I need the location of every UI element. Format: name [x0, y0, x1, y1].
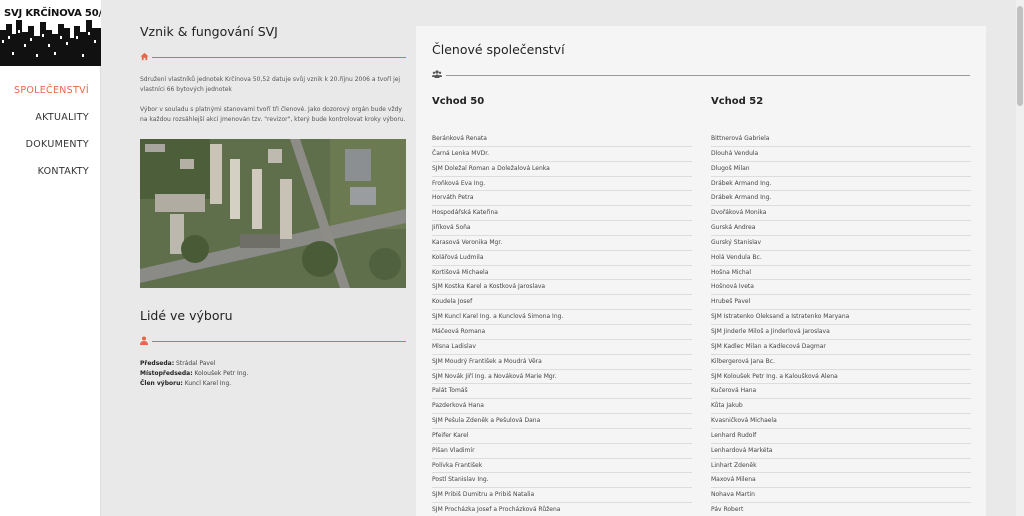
member-list-item: Froňková Eva Ing. [432, 177, 692, 192]
member-list-item: Kortišová Michaela [432, 266, 692, 281]
member-list-item: Karasová Veronika Mgr. [432, 236, 692, 251]
nav-item-dokumenty[interactable]: DOKUMENTY [0, 138, 101, 165]
entrance-52-title: Vchod 52 [711, 96, 764, 107]
member-list-item: Nohava Martin [711, 488, 971, 504]
member-list-item: Drábek Armand Ing. [711, 191, 971, 207]
member-list-item: Kvasničková Michaela [711, 414, 971, 429]
member-list-item: Čarná Lenka MVDr. [432, 147, 692, 162]
committee-row: Člen výboru: Kuncl Karel Ing. [140, 379, 406, 389]
intro-paragraph-2: Výbor v souladu s platnými stanovami tvo… [140, 106, 406, 123]
member-list-item: SJM Doležal Roman a Doležalová Lenka [432, 162, 692, 177]
member-list-item: Máčeová Romana [432, 325, 692, 340]
member-list-item: Maxová Milena [711, 473, 971, 489]
member-list-item: SJM Pešula Zdeněk a Pešulová Dana [432, 414, 692, 429]
member-list-item: SJM Kadlec Milan a Kadlecová Dagmar [711, 340, 971, 355]
logo-text: SVJ KRČÍNOVA 50/52 [4, 8, 101, 19]
member-list-item: Jiříková Soňa [432, 221, 692, 236]
divider-line [152, 57, 406, 58]
section-divider [140, 51, 406, 65]
members-panel: Členové společenství Vchod 50 Beránková … [416, 26, 986, 516]
section-divider [140, 335, 406, 349]
entrance-52-list: Bittnerová Gabriela Dlouhá Vendula Dlugoš … [711, 132, 971, 516]
member-list-item: Pfeifer Karel [432, 429, 692, 444]
member-list-item: SJM Jinderle Miloš a Jinderlová Jaroslav… [711, 325, 971, 340]
member-list-item: Dlouhá Vendula [711, 147, 971, 162]
page-scrollbar[interactable] [1016, 0, 1024, 516]
member-list-item: Lenhard Rudolf [711, 429, 971, 444]
member-list-item: Gurský Stanislav [711, 236, 971, 251]
divider-line [446, 75, 970, 76]
committee-role: Místopředseda: [140, 370, 193, 377]
section-title-committee: Lidé ve výboru [140, 308, 233, 323]
member-list-item: Kučerová Hana [711, 384, 971, 400]
member-list-item: Gurská Andrea [711, 221, 971, 236]
member-list-item: SJM Pribiš Dumitru a Pribiš Natalia [432, 488, 692, 504]
member-list-item: Hospodářská Kateřina [432, 206, 692, 222]
members-title: Členové společenství [432, 42, 565, 57]
member-list-item: Postl Stanislav Ing. [432, 473, 692, 489]
member-list-item: Mlsna Ladislav [432, 340, 692, 355]
intro-paragraph-1: Sdružení vlastníků jednotek Krčínova 50,… [140, 76, 401, 93]
member-list-item: Kolářová Ludmila [432, 251, 692, 266]
member-list-item: Drábek Armand Ing. [711, 177, 971, 192]
nav-item-spolecenstvi[interactable]: SPOLEČENSTVÍ [0, 84, 101, 111]
logo[interactable]: SVJ KRČÍNOVA 50/52 [0, 0, 101, 66]
members-divider [432, 70, 970, 82]
member-list-item: SJM Kostka Karel a Kostková Jaroslava [432, 280, 692, 296]
member-list-item: Pazderková Hana [432, 399, 692, 415]
scrollbar-thumb[interactable] [1017, 6, 1023, 106]
committee-row: Místopředseda: Koloušek Petr Ing. [140, 369, 406, 379]
committee-person: Kuncl Karel Ing. [184, 380, 232, 387]
member-list-item: Páv Robert [711, 503, 971, 516]
member-list-item: SJM Novák Jiří Ing. a Nováková Marie Mgr… [432, 370, 692, 385]
entrance-52-column: Vchod 52 Bittnerová Gabriela Dlouhá Vendu… [711, 96, 971, 516]
committee-person: Strádal Pavel [176, 360, 216, 367]
member-list-item: SJM Moudrý František a Moudrá Věra [432, 355, 692, 370]
member-list-item: SJM Kuncl Karel Ing. a Kunclová Simona I… [432, 310, 692, 325]
nav-item-aktuality[interactable]: AKTUALITY [0, 111, 101, 138]
committee-list: Předseda: Strádal Pavel Místopředseda: K… [140, 359, 406, 389]
page: SVJ KRČÍNOVA 50/52 SPOLEČENSTVÍ AKTUALIT… [0, 0, 1024, 516]
member-list-item: Dvořáková Monika [711, 206, 971, 222]
member-list-item: Beránková Renata [432, 132, 692, 147]
left-column: Vznik & fungování SVJ Sdružení vlastníků… [140, 24, 406, 389]
member-list-item: Kilbergerová Jana Bc. [711, 355, 971, 370]
divider-line [152, 341, 406, 342]
committee-role: Člen výboru: [140, 380, 183, 387]
sidebar: SVJ KRČÍNOVA 50/52 SPOLEČENSTVÍ AKTUALIT… [0, 0, 101, 516]
entrance-50-title: Vchod 50 [432, 96, 485, 107]
member-list-item: Koudela Josef [432, 295, 692, 311]
member-list-item: Hošna Michal [711, 266, 971, 281]
home-icon [140, 52, 150, 62]
member-list-item: Lenhardová Markéta [711, 444, 971, 459]
member-list-item: Pišan Vladimír [432, 444, 692, 459]
member-list-item: Bittnerová Gabriela [711, 132, 971, 147]
group-icon [432, 70, 442, 81]
member-list-item: Hošnová Iveta [711, 280, 971, 296]
section-title-origin: Vznik & fungování SVJ [140, 24, 278, 39]
entrance-50-list: Beránková Renata Čarná Lenka MVDr. SJM Dol… [432, 132, 692, 516]
member-list-item: SJM Procházka Josef a Procházková Růžena [432, 503, 692, 516]
member-list-item: Palát Tomáš [432, 384, 692, 400]
member-list-item: Linhart Zdeněk [711, 459, 971, 474]
committee-row: Předseda: Strádal Pavel [140, 359, 406, 369]
member-list-item: Polívka František [432, 459, 692, 474]
entrance-50-column: Vchod 50 Beránková Renata Čarná Lenka MVD… [432, 96, 692, 516]
aerial-photo [140, 139, 406, 288]
committee-role: Předseda: [140, 360, 175, 367]
nav-item-kontakty[interactable]: KONTAKTY [0, 165, 101, 192]
member-list-item: Dlugoš Milan [711, 162, 971, 177]
user-icon [140, 336, 150, 346]
member-list-item: Horváth Petra [432, 191, 692, 207]
member-list-item: Holá Vendula Bc. [711, 251, 971, 266]
member-list-item: SJM Istratenko Oleksand a Istratenko Mar… [711, 310, 971, 325]
member-list-item: SJM Koloušek Petr Ing. a Kaloušková Alen… [711, 370, 971, 385]
member-list-item: Hrubeš Pavel [711, 295, 971, 311]
member-list-item: Kůta Jakub [711, 399, 971, 415]
main-nav: SPOLEČENSTVÍ AKTUALITY DOKUMENTY KONTAKT… [0, 84, 101, 192]
committee-person: Koloušek Petr Ing. [194, 370, 249, 377]
